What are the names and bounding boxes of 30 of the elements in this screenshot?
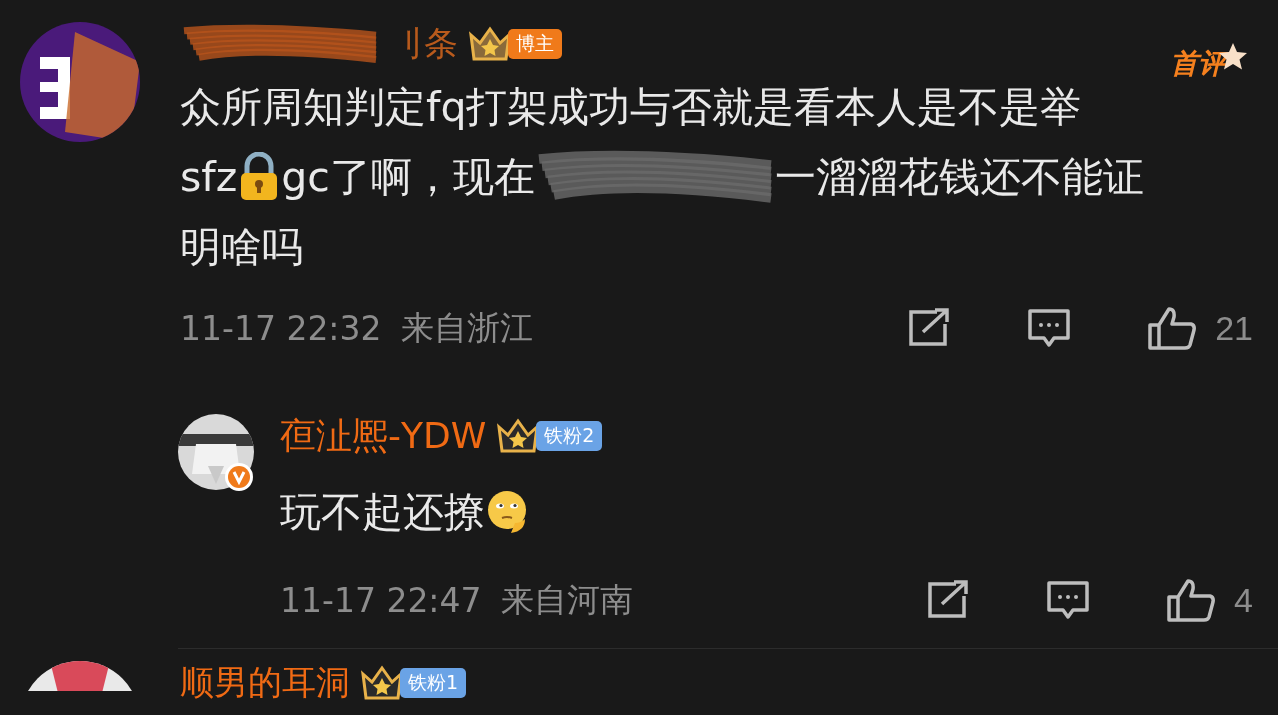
share-button[interactable]: [926, 580, 971, 620]
comment-text: gc了啊，现在: [281, 151, 535, 203]
like-button[interactable]: 21: [1147, 305, 1253, 351]
reply-button[interactable]: [1027, 308, 1072, 348]
user-badge: 铁粉2: [536, 421, 603, 451]
like-count: 21: [1215, 308, 1253, 348]
share-icon: [926, 580, 971, 620]
share-icon: [907, 308, 952, 348]
like-count: 4: [1234, 580, 1253, 620]
thumbs-up-icon: [1166, 577, 1217, 623]
comment-location: 来自河南: [501, 578, 634, 621]
author-name[interactable]: 顺男的耳洞: [180, 660, 350, 706]
reply-button[interactable]: [1046, 580, 1091, 620]
comment-time: 11-17 22:32: [180, 308, 382, 348]
like-button[interactable]: 4: [1166, 577, 1253, 623]
comment-text: 明啥吗: [180, 221, 303, 273]
thumbs-up-icon: [1147, 305, 1198, 351]
comment-location: 来自浙江: [401, 306, 534, 349]
comment-icon: [1027, 308, 1072, 348]
share-button[interactable]: [907, 308, 952, 348]
comment-text: 玩不起还撩: [280, 486, 485, 538]
comment-text: sfz: [180, 153, 238, 201]
user-badge: 铁粉1: [400, 668, 467, 698]
author-name[interactable]: 亱沚熈-YDW: [280, 411, 487, 461]
comment-text: 一溜溜花钱还不能证: [774, 151, 1144, 203]
comment-text: 众所周知判定fq打架成功与否就是看本人是不是举: [180, 81, 1082, 133]
comment-time: 11-17 22:47: [280, 580, 482, 620]
user-badge: 博主: [508, 29, 562, 59]
author-name[interactable]: 刂条: [390, 21, 458, 67]
comment-icon: [1046, 580, 1091, 620]
